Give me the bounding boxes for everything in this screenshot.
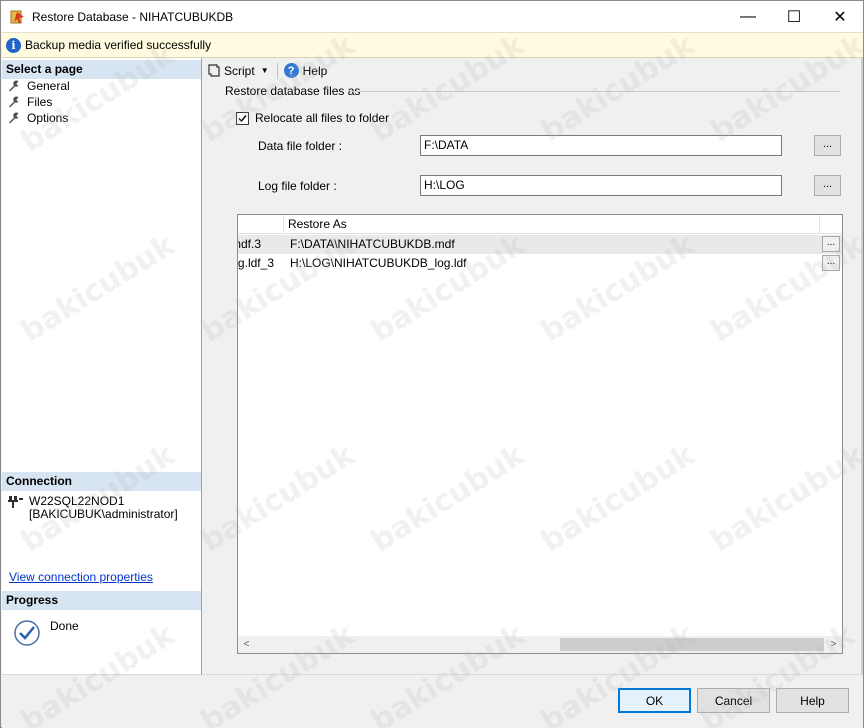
maximize-button[interactable]: ☐ [771,1,817,32]
log-file-folder-label: Log file folder : [258,179,337,193]
page-options-label: Options [27,111,69,125]
page-general-label: General [27,79,70,93]
original-file-cell: 3_log.ldf [238,256,274,270]
page-files[interactable]: Files [8,94,52,110]
restore-as-cell[interactable]: H:\LOG\NIHATCUBUKDB_log.ldf [290,254,790,273]
wrench-icon [9,112,20,124]
group-divider [350,91,840,92]
info-icon: i [6,37,21,53]
vertical-scrollbar[interactable] [861,58,863,674]
files-page-panel: Script ▼ ? Help Restore database files a… [202,58,863,674]
log-file-folder-input[interactable]: H:\LOG [420,175,782,196]
checkbox-box[interactable] [236,111,249,125]
page-options[interactable]: Options [8,110,68,126]
dialog-button-bar: OK Cancel Help [2,674,863,728]
left-panel: Select a page General Files Options Conn… [2,58,202,674]
script-icon [208,64,220,77]
progress-status: Done [50,619,79,633]
connection-user: [BAKICUBUK\administrator] [29,507,178,521]
title-bar: Restore Database - NIHATCUBUKDB — ☐ ✕ [1,1,863,32]
scrollbar-thumb[interactable] [560,638,824,651]
view-connection-properties-link[interactable]: View connection properties [9,570,153,584]
restore-as-cell[interactable]: F:\DATA\NIHATCUBUKDB.mdf [290,235,790,254]
page-files-label: Files [27,95,53,109]
restore-database-icon [10,9,26,25]
window-title: Restore Database - NIHATCUBUKDB [32,9,234,24]
cancel-button[interactable]: Cancel [697,688,770,713]
checkmark-icon [238,114,247,122]
original-file-cell: 3.mdf [238,237,261,251]
relocate-all-files-checkbox[interactable]: Relocate all files to folder [236,111,389,125]
toolbar: Script ▼ ? Help [202,58,863,83]
restore-database-window: Restore Database - NIHATCUBUKDB — ☐ ✕ i … [0,0,864,728]
select-page-header: Select a page [2,60,201,79]
connection-header: Connection [2,472,201,491]
ok-button[interactable]: OK [618,688,691,713]
help-toolbar-label: Help [302,63,328,78]
checkmark-done-icon [14,620,40,646]
minimize-button[interactable]: — [725,1,771,32]
script-button[interactable]: Script ▼ [202,61,269,81]
script-label: Script [224,63,255,78]
wrench-icon [9,80,20,92]
page-general[interactable]: General [8,78,70,94]
log-folder-browse-button[interactable]: ... [814,175,841,196]
server-connection-icon [8,496,23,508]
table-row[interactable]: 3.mdf F:\DATA\NIHATCUBUKDB.mdf ... [238,235,842,254]
horizontal-scrollbar[interactable]: < > [238,636,842,653]
info-message: Backup media verified successfully [25,38,212,52]
chevron-down-icon[interactable]: ▼ [261,66,269,75]
database-files-grid[interactable]: Restore As 3.mdf F:\DATA\NIHATCUBUKDB.md… [237,214,843,654]
restore-files-group-title: Restore database files as [225,84,361,98]
help-icon: ? [283,63,299,78]
scroll-left-arrow-icon[interactable]: < [238,636,255,653]
grid-header: Restore As [238,215,842,234]
progress-header: Progress [2,591,201,610]
help-button[interactable]: Help [776,688,849,713]
wrench-icon [9,96,20,108]
data-folder-browse-button[interactable]: ... [814,135,841,156]
data-file-folder-label: Data file folder : [258,139,343,153]
row-browse-button[interactable]: ... [822,255,840,271]
table-row[interactable]: 3_log.ldf H:\LOG\NIHATCUBUKDB_log.ldf ..… [238,254,842,273]
toolbar-separator [276,62,278,79]
relocate-label: Relocate all files to folder [255,111,390,125]
info-bar: i Backup media verified successfully [2,32,863,58]
column-header-restore-as[interactable]: Restore As [284,215,820,234]
scroll-right-arrow-icon[interactable]: > [825,636,842,653]
close-button[interactable]: ✕ [817,1,863,32]
row-browse-button[interactable]: ... [822,236,840,252]
help-toolbar-button[interactable]: ? Help [283,61,328,81]
column-header-original[interactable] [238,215,284,234]
data-file-folder-input[interactable]: F:\DATA [420,135,782,156]
